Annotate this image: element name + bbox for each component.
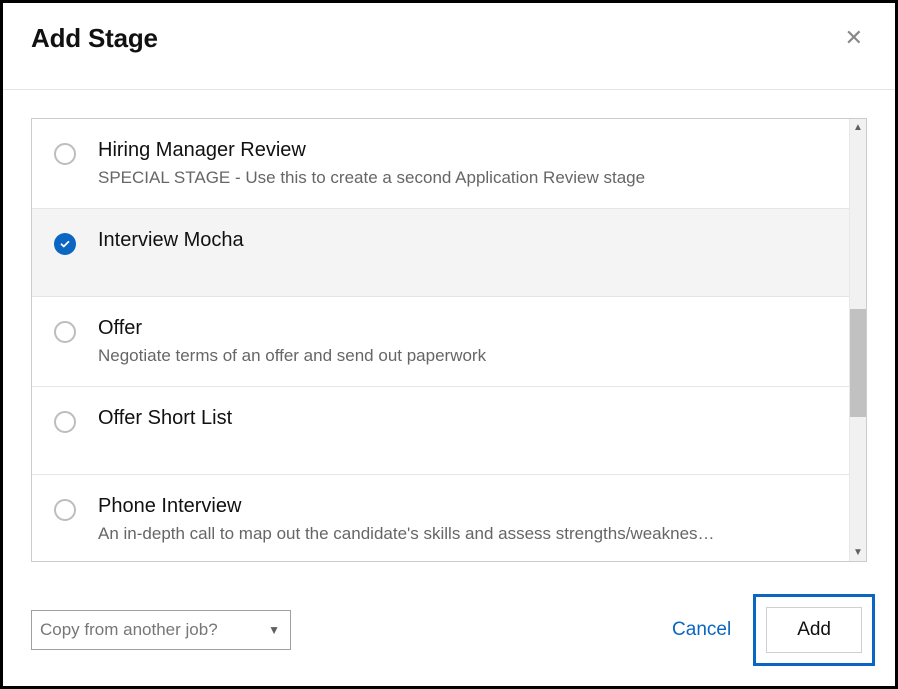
radio-unchecked-icon[interactable] xyxy=(54,411,76,433)
add-button-highlight: Add xyxy=(753,594,875,666)
stage-row[interactable]: Hiring Manager Review SPECIAL STAGE - Use… xyxy=(32,119,849,209)
stage-title: Interview Mocha xyxy=(98,229,827,252)
stage-row[interactable]: Offer Negotiate terms of an offer and sen… xyxy=(32,297,849,387)
scroll-down-arrow-icon[interactable]: ▼ xyxy=(850,544,866,561)
modal-title: Add Stage xyxy=(31,23,158,54)
copy-from-job-select[interactable]: Copy from another job? ▼ xyxy=(31,610,291,650)
stage-row[interactable]: Phone Interview An in-depth call to map o… xyxy=(32,475,849,561)
stage-row-text: Interview Mocha xyxy=(98,229,827,258)
radio-unchecked-icon[interactable] xyxy=(54,143,76,165)
stage-list[interactable]: Hiring Manager Review SPECIAL STAGE - Use… xyxy=(32,119,849,561)
add-stage-modal: Add Stage ✕ Hiring Manager Review SPECIAL… xyxy=(0,0,898,689)
stage-title: Offer Short List xyxy=(98,407,827,430)
stage-row-text: Phone Interview An in-depth call to map o… xyxy=(98,495,827,544)
scrollbar[interactable]: ▲ ▼ xyxy=(849,119,866,561)
scroll-up-arrow-icon[interactable]: ▲ xyxy=(850,119,866,136)
stage-row-text: Offer Short List xyxy=(98,407,827,436)
stage-title: Hiring Manager Review xyxy=(98,139,827,162)
stage-description: SPECIAL STAGE - Use this to create a sec… xyxy=(98,168,827,188)
cancel-button[interactable]: Cancel xyxy=(672,619,731,641)
close-icon[interactable]: ✕ xyxy=(841,23,867,53)
stage-row-text: Offer Negotiate terms of an offer and sen… xyxy=(98,317,827,366)
stage-description: Negotiate terms of an offer and send out… xyxy=(98,346,827,366)
radio-checked-icon[interactable] xyxy=(54,233,76,255)
stage-row[interactable]: Offer Short List xyxy=(32,387,849,475)
modal-footer: Copy from another job? ▼ Cancel Add xyxy=(31,594,875,666)
stage-listbox: Hiring Manager Review SPECIAL STAGE - Use… xyxy=(31,118,867,562)
stage-title: Offer xyxy=(98,317,827,340)
add-button[interactable]: Add xyxy=(766,607,862,653)
radio-unchecked-icon[interactable] xyxy=(54,321,76,343)
footer-actions: Cancel Add xyxy=(672,594,875,666)
stage-description: An in-depth call to map out the candidat… xyxy=(98,524,827,544)
stage-title: Phone Interview xyxy=(98,495,827,518)
stage-row-text: Hiring Manager Review SPECIAL STAGE - Use… xyxy=(98,139,827,188)
stage-row[interactable]: Interview Mocha xyxy=(32,209,849,297)
modal-header: Add Stage ✕ xyxy=(3,3,895,89)
scroll-thumb[interactable] xyxy=(850,309,866,417)
modal-body: Hiring Manager Review SPECIAL STAGE - Use… xyxy=(3,90,895,562)
radio-unchecked-icon[interactable] xyxy=(54,499,76,521)
chevron-down-icon: ▼ xyxy=(268,623,280,637)
copy-select-label: Copy from another job? xyxy=(40,620,218,640)
